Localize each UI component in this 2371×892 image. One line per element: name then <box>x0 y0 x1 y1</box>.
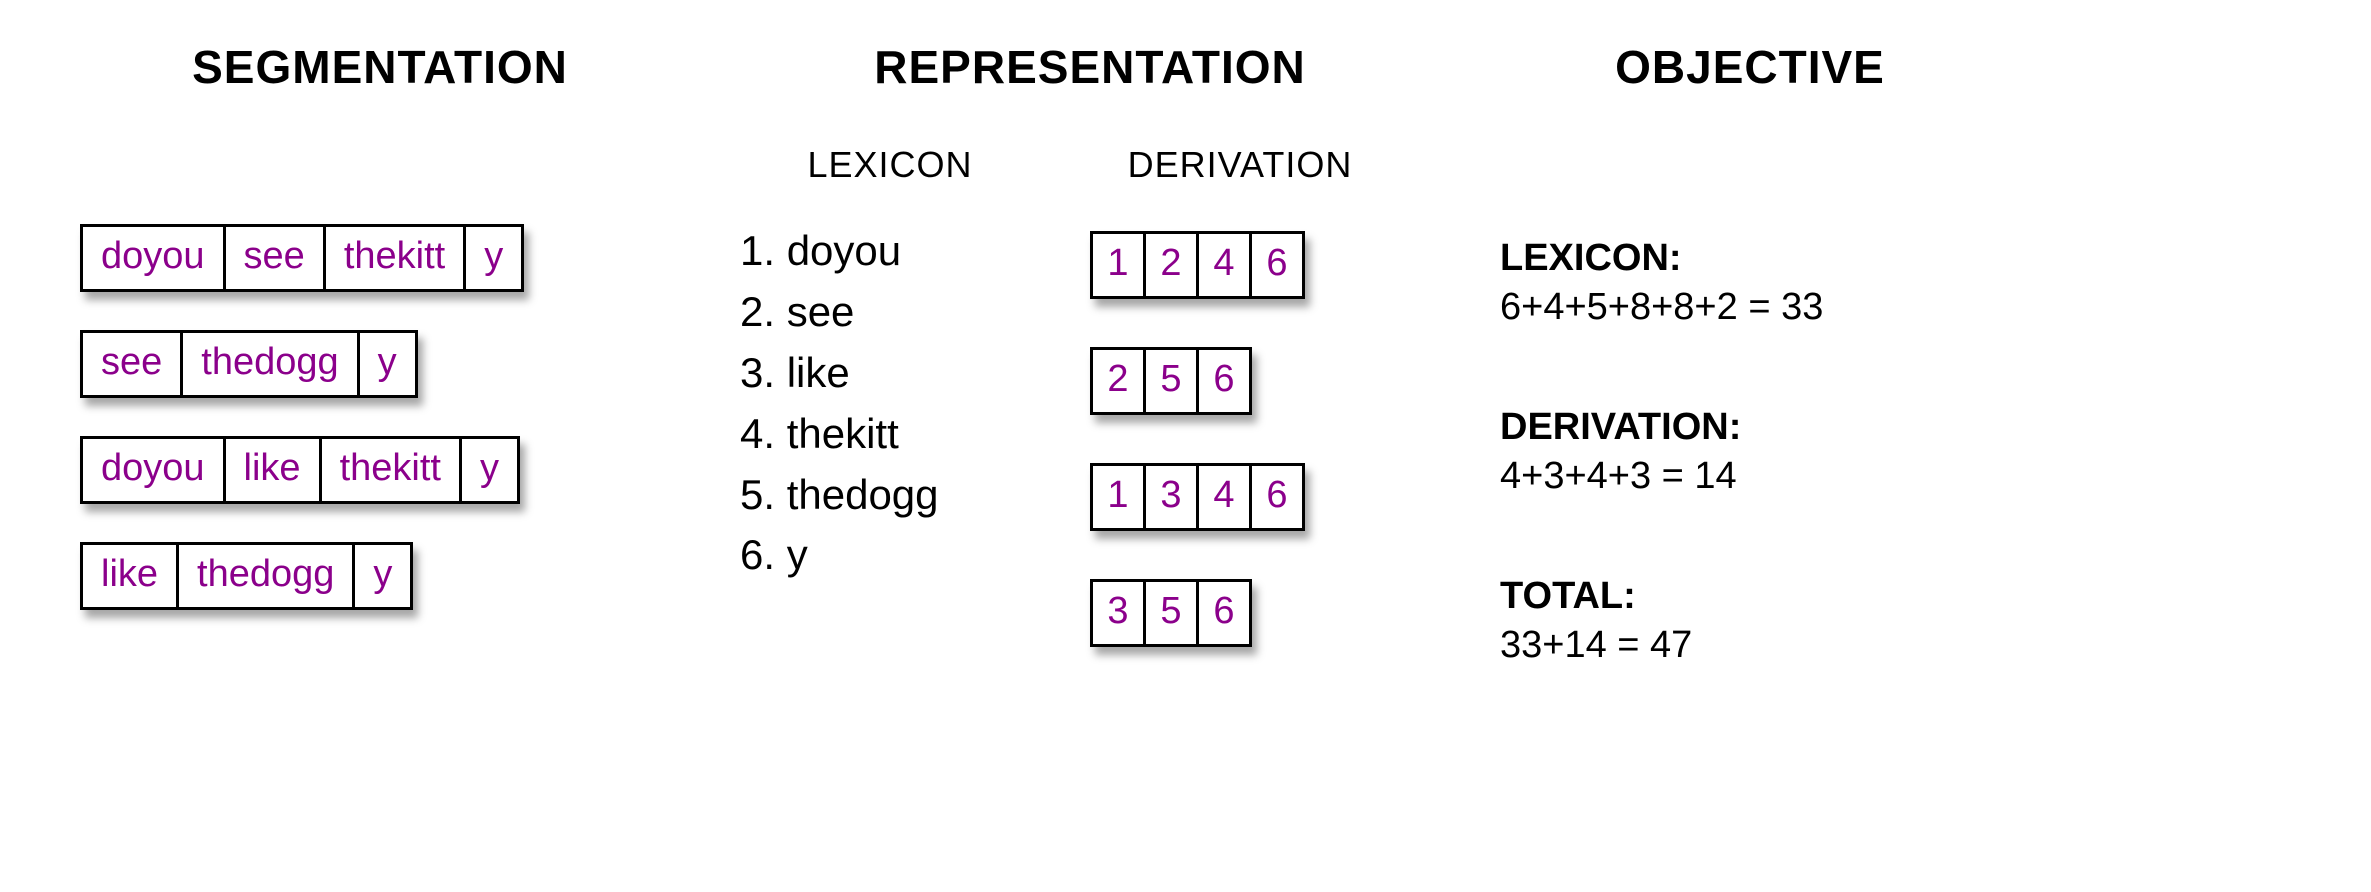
objective-total-block: TOTAL: 33+14 = 47 <box>1500 572 2000 671</box>
lexicon-word: like <box>787 349 850 396</box>
segmentation-cell: doyou <box>83 227 226 289</box>
lexicon-item: 1. doyou <box>740 221 1040 282</box>
objective-lexicon-label: LEXICON: <box>1500 234 2000 283</box>
segmentation-cell: see <box>83 333 183 395</box>
segmentation-cell: y <box>360 333 415 395</box>
derivation-cell: 1 <box>1093 466 1146 528</box>
lexicon-index: 5. <box>740 471 775 518</box>
segmentation-rows: doyou see thekitt y see thedogg y doyou … <box>80 224 680 610</box>
derivation-row: 1 3 4 6 <box>1090 463 1305 531</box>
derivation-cell: 6 <box>1199 350 1249 412</box>
segmentation-cell: thekitt <box>322 439 462 501</box>
lexicon-word: y <box>787 531 808 578</box>
derivation-cell: 5 <box>1146 350 1199 412</box>
segmentation-column: SEGMENTATION doyou see thekitt y see the… <box>80 40 680 610</box>
segmentation-cell: thekitt <box>326 227 466 289</box>
objective-derivation-calc: 4+3+4+3 = 14 <box>1500 452 2000 501</box>
objective-heading: OBJECTIVE <box>1500 40 2000 94</box>
derivation-cell: 1 <box>1093 234 1146 296</box>
derivation-cell: 4 <box>1199 234 1252 296</box>
representation-column: REPRESENTATION LEXICON 1. doyou 2. see 3… <box>740 40 1440 647</box>
segmentation-cell: see <box>226 227 326 289</box>
segmentation-row: doyou like thekitt y <box>80 436 520 504</box>
derivation-cell: 2 <box>1093 350 1146 412</box>
lexicon-word: thekitt <box>787 410 899 457</box>
derivation-cell: 6 <box>1199 582 1249 644</box>
derivation-subheading: DERIVATION <box>1090 144 1390 186</box>
segmentation-row: like thedogg y <box>80 542 413 610</box>
derivation-cell: 3 <box>1146 466 1199 528</box>
derivation-cell: 6 <box>1252 466 1302 528</box>
segmentation-cell: thedogg <box>183 333 359 395</box>
lexicon-word: doyou <box>787 227 901 274</box>
objective-derivation-label: DERIVATION: <box>1500 403 2000 452</box>
lexicon-item: 3. like <box>740 343 1040 404</box>
segmentation-cell: y <box>466 227 521 289</box>
lexicon-index: 4. <box>740 410 775 457</box>
segmentation-cell: like <box>226 439 322 501</box>
derivation-cell: 2 <box>1146 234 1199 296</box>
lexicon-index: 6. <box>740 531 775 578</box>
diagram-root: SEGMENTATION doyou see thekitt y see the… <box>0 0 2371 780</box>
lexicon-index: 3. <box>740 349 775 396</box>
lexicon-word: see <box>787 288 855 335</box>
representation-heading: REPRESENTATION <box>740 40 1440 94</box>
derivation-row: 2 5 6 <box>1090 347 1252 415</box>
derivation-cell: 6 <box>1252 234 1302 296</box>
lexicon-list: 1. doyou 2. see 3. like 4. thekitt 5. th… <box>740 221 1040 586</box>
lexicon-index: 1. <box>740 227 775 274</box>
derivation-row: 3 5 6 <box>1090 579 1252 647</box>
segmentation-row: see thedogg y <box>80 330 418 398</box>
derivation-cell: 5 <box>1146 582 1199 644</box>
lexicon-word: thedogg <box>787 471 939 518</box>
objective-body: LEXICON: 6+4+5+8+8+2 = 33 DERIVATION: 4+… <box>1500 234 2000 740</box>
objective-total-calc: 33+14 = 47 <box>1500 621 2000 670</box>
lexicon-index: 2. <box>740 288 775 335</box>
derivation-cell: 4 <box>1199 466 1252 528</box>
segmentation-cell: y <box>355 545 410 607</box>
segmentation-cell: like <box>83 545 179 607</box>
representation-body: LEXICON 1. doyou 2. see 3. like 4. theki… <box>740 144 1440 647</box>
objective-total-label: TOTAL: <box>1500 572 2000 621</box>
lexicon-column: LEXICON 1. doyou 2. see 3. like 4. theki… <box>740 144 1040 647</box>
derivation-column: DERIVATION 1 2 4 6 2 5 6 1 3 <box>1090 144 1390 647</box>
derivation-row: 1 2 4 6 <box>1090 231 1305 299</box>
objective-lexicon-block: LEXICON: 6+4+5+8+8+2 = 33 <box>1500 234 2000 333</box>
objective-column: OBJECTIVE LEXICON: 6+4+5+8+8+2 = 33 DERI… <box>1500 40 2000 740</box>
segmentation-cell: thedogg <box>179 545 355 607</box>
lexicon-item: 6. y <box>740 525 1040 586</box>
derivation-cell: 3 <box>1093 582 1146 644</box>
lexicon-subheading: LEXICON <box>740 144 1040 186</box>
segmentation-heading: SEGMENTATION <box>80 40 680 94</box>
segmentation-row: doyou see thekitt y <box>80 224 524 292</box>
objective-lexicon-calc: 6+4+5+8+8+2 = 33 <box>1500 283 2000 332</box>
lexicon-item: 5. thedogg <box>740 465 1040 526</box>
lexicon-item: 4. thekitt <box>740 404 1040 465</box>
lexicon-item: 2. see <box>740 282 1040 343</box>
segmentation-cell: y <box>462 439 517 501</box>
derivation-rows: 1 2 4 6 2 5 6 1 3 4 6 <box>1090 231 1390 647</box>
segmentation-cell: doyou <box>83 439 226 501</box>
objective-derivation-block: DERIVATION: 4+3+4+3 = 14 <box>1500 403 2000 502</box>
